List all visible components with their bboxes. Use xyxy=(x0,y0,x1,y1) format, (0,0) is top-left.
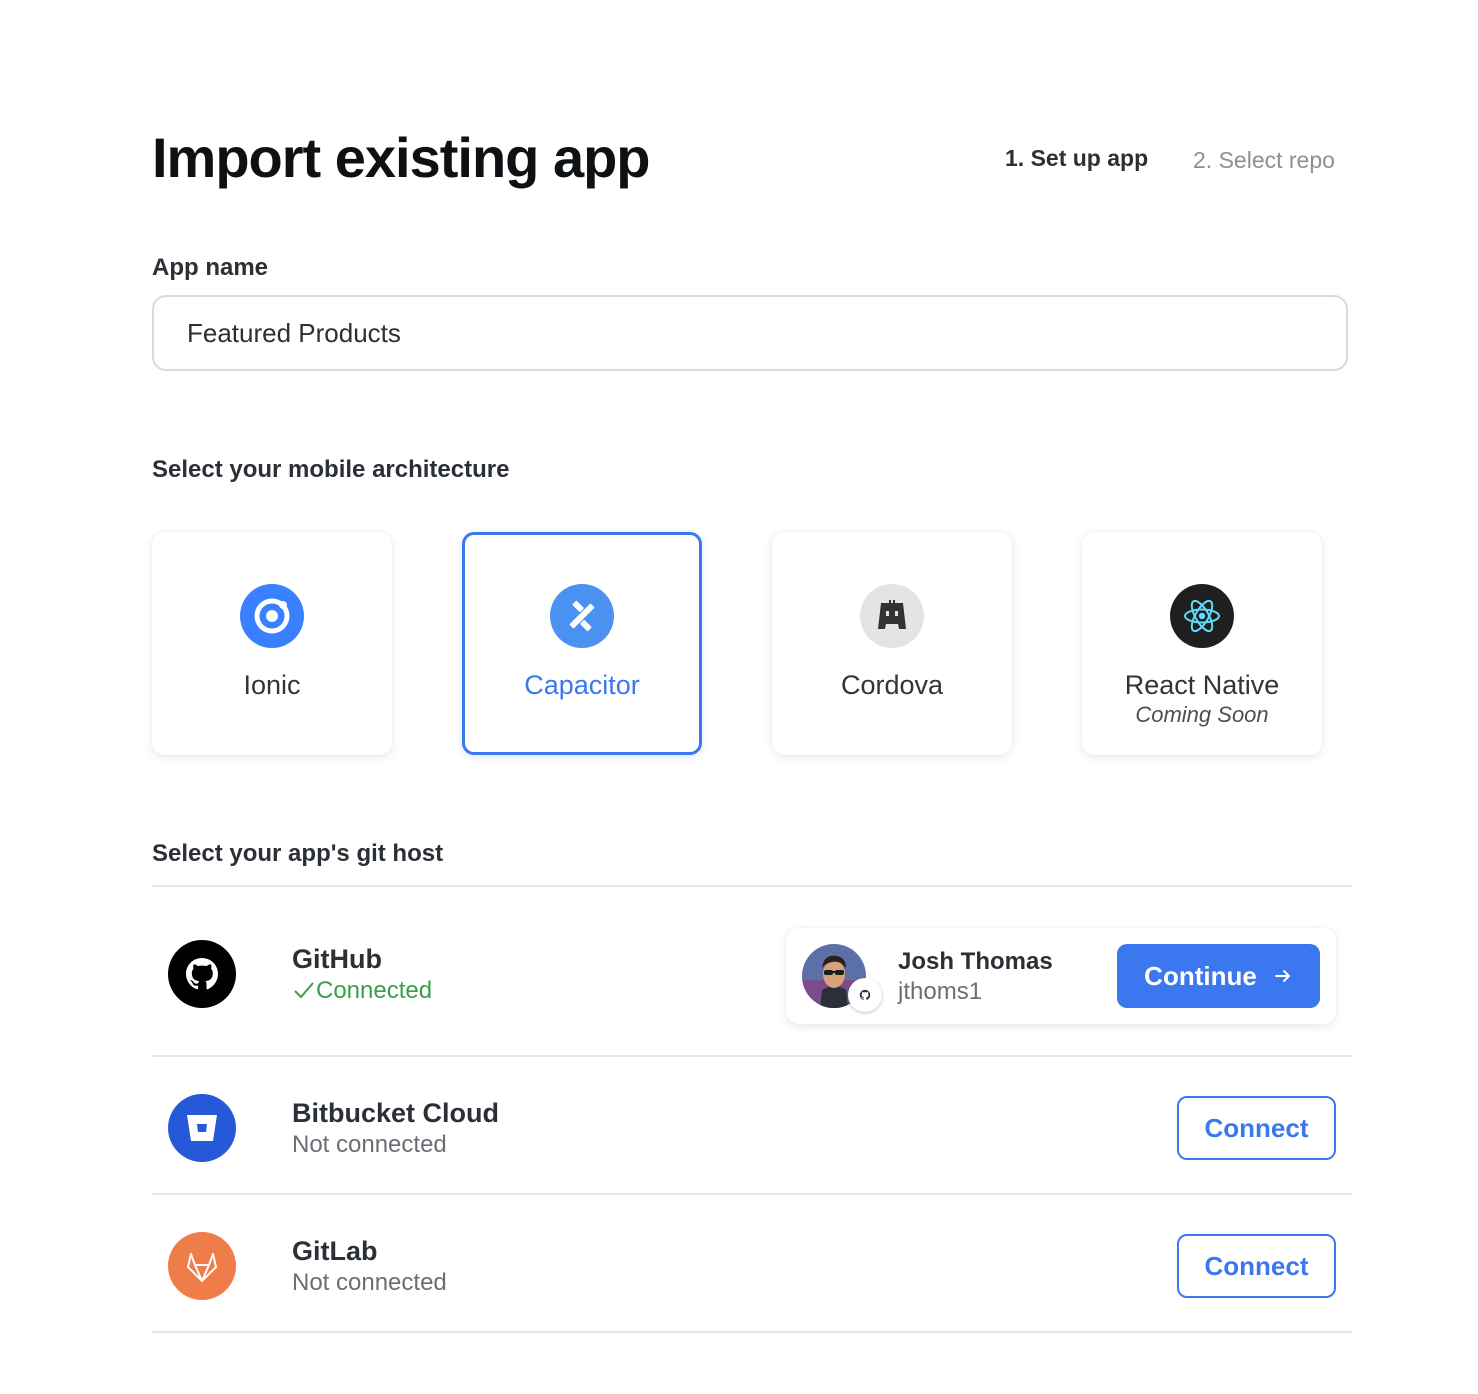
connected-label: Connected xyxy=(316,977,433,1004)
github-logo-icon xyxy=(168,940,236,1008)
architecture-name: React Native xyxy=(1124,670,1280,700)
step-set-up-app[interactable]: 1. Set up app xyxy=(1005,145,1148,172)
divider xyxy=(152,1055,1352,1057)
react-logo-icon xyxy=(1170,584,1234,648)
host-name-bitbucket: Bitbucket Cloud xyxy=(292,1098,499,1128)
github-account-card: Josh Thomas jthoms1 Continue xyxy=(786,928,1336,1024)
git-host-label: Select your app's git host xyxy=(152,840,444,867)
github-status: Connected xyxy=(292,977,432,1005)
architecture-option-cordova[interactable]: Cordova xyxy=(772,532,1012,755)
github-user-handle: jthoms1 xyxy=(898,978,983,1005)
host-name-github: GitHub xyxy=(292,944,382,974)
app-name-input[interactable] xyxy=(152,295,1348,371)
connect-bitbucket-button[interactable]: Connect xyxy=(1177,1096,1336,1160)
ionic-logo-icon xyxy=(240,584,304,648)
architecture-label: Select your mobile architecture xyxy=(152,456,510,483)
bitbucket-logo-icon xyxy=(168,1094,236,1162)
capacitor-logo-icon xyxy=(550,584,614,648)
coming-soon-label: Coming Soon xyxy=(1135,702,1269,727)
divider xyxy=(152,1193,1352,1195)
page-title: Import existing app xyxy=(152,126,650,189)
architecture-option-capacitor[interactable]: Capacitor xyxy=(462,532,702,755)
github-user-name: Josh Thomas xyxy=(898,948,1053,975)
gitlab-status: Not connected xyxy=(292,1269,447,1296)
connect-gitlab-button[interactable]: Connect xyxy=(1177,1234,1336,1298)
architecture-name: Cordova xyxy=(840,670,944,700)
architecture-name: Capacitor xyxy=(524,670,640,700)
github-badge-icon xyxy=(848,978,882,1012)
architecture-name: Ionic xyxy=(243,670,301,700)
bitbucket-status: Not connected xyxy=(292,1131,447,1158)
architecture-option-react-native[interactable]: React Native Coming Soon xyxy=(1082,532,1322,755)
step-select-repo[interactable]: 2. Select repo xyxy=(1193,147,1335,174)
app-name-label: App name xyxy=(152,254,269,281)
continue-button[interactable]: Continue xyxy=(1117,944,1320,1008)
host-name-gitlab: GitLab xyxy=(292,1236,378,1266)
architecture-option-ionic[interactable]: Ionic xyxy=(152,532,392,755)
divider xyxy=(152,885,1352,887)
arrow-right-icon xyxy=(1274,970,1290,982)
gitlab-logo-icon xyxy=(168,1232,236,1300)
continue-label: Continue xyxy=(1144,960,1257,991)
divider xyxy=(152,1331,1352,1333)
cordova-logo-icon xyxy=(860,584,924,648)
checkmark-icon xyxy=(294,982,314,999)
